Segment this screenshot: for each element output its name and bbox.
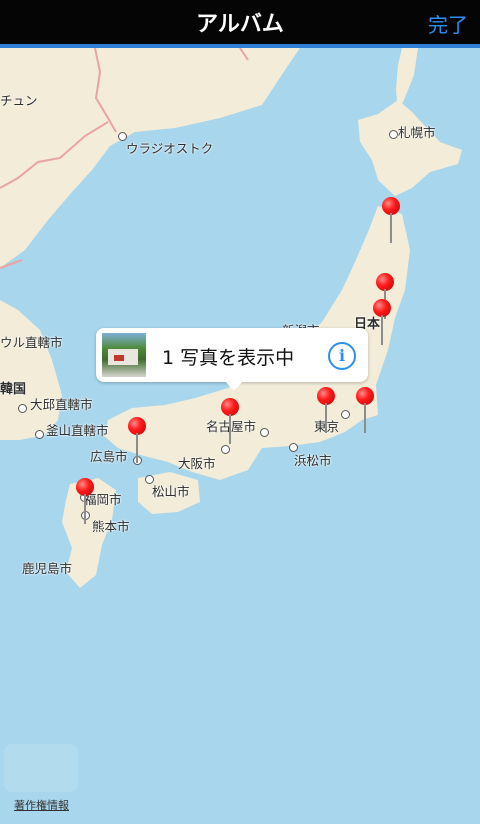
label-kagoshima: 鹿児島市 xyxy=(22,561,73,576)
city-dot xyxy=(389,130,398,139)
photo-thumbnail[interactable] xyxy=(102,333,146,377)
label-matsuyama: 松山市 xyxy=(152,484,190,499)
label-seoul: ウル直轄市 xyxy=(0,335,63,350)
label-busan: 釜山直轄市 xyxy=(46,423,109,438)
label-osaka: 大阪市 xyxy=(178,456,216,471)
photo-pin[interactable] xyxy=(382,197,402,249)
photo-pin[interactable] xyxy=(76,478,96,530)
label-vladivostok: ウラジオストク xyxy=(126,141,214,156)
label-kumamoto: 熊本市 xyxy=(92,519,130,534)
photo-pin-selected[interactable] xyxy=(221,398,241,450)
city-dot xyxy=(35,430,44,439)
photo-callout[interactable]: 1 写真を表示中 i xyxy=(96,328,368,391)
city-dot xyxy=(260,428,269,437)
page-title: アルバム xyxy=(196,12,284,37)
label-korea: 韓国 xyxy=(0,382,27,397)
label-sapporo: 札幌市 xyxy=(398,125,436,140)
label-hiroshima: 広島市 xyxy=(90,449,128,464)
navigation-bar: アルバム 完了 xyxy=(0,0,480,48)
label-chuen: チュン xyxy=(0,93,38,108)
mainland-landmass xyxy=(0,48,300,268)
label-hamamatsu: 浜松市 xyxy=(294,453,332,468)
photo-pin[interactable] xyxy=(128,417,148,469)
city-dot xyxy=(341,410,350,419)
map-view[interactable]: チュン ウラジオストク 札幌市 新潟市 日本 ウル直轄市 韓国 大邱直轄市 釜山… xyxy=(0,48,480,824)
tracking-area xyxy=(4,744,78,792)
done-button[interactable]: 完了 xyxy=(428,9,468,38)
photo-pin[interactable] xyxy=(356,387,376,439)
city-dot xyxy=(18,404,27,413)
legal-link[interactable]: 著作権情報 xyxy=(14,797,69,813)
info-icon[interactable]: i xyxy=(328,342,356,370)
callout-text: 1 写真を表示中 xyxy=(162,347,295,369)
photo-pin[interactable] xyxy=(317,387,337,439)
photo-pin[interactable] xyxy=(373,299,393,351)
label-daegu: 大邱直轄市 xyxy=(30,397,93,412)
korea-landmass xyxy=(0,300,62,440)
hokkaido-landmass xyxy=(358,100,462,196)
